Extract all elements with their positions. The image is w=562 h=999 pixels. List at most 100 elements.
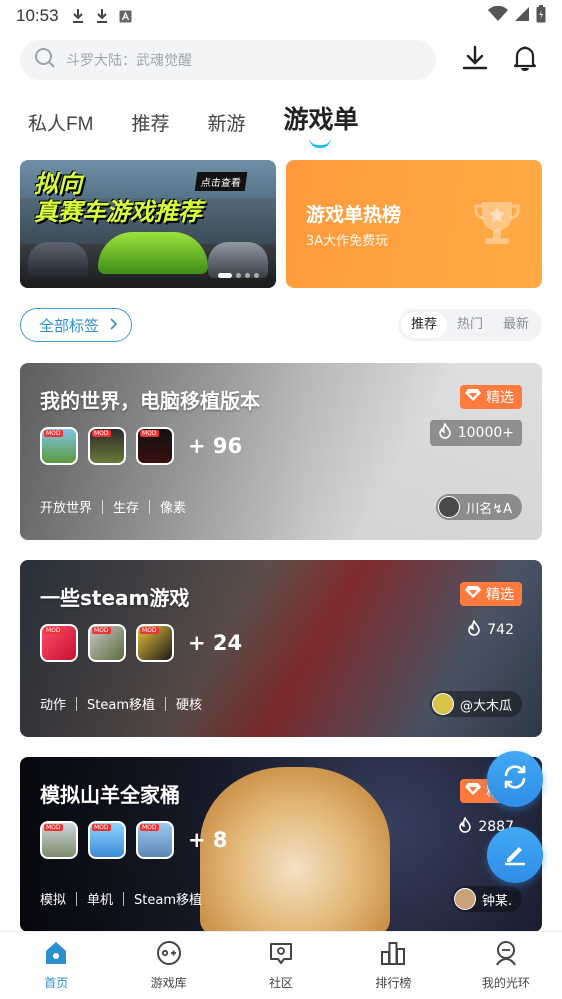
wifi-icon xyxy=(488,5,508,27)
card-tag: 生存 xyxy=(113,501,140,516)
card-tags: 开放世界 生存 像素 xyxy=(40,497,186,516)
card-tag: 开放世界 xyxy=(40,501,93,516)
featured-label: 精选 xyxy=(486,587,514,603)
hot-lists-subtitle: 3A大作免费玩 xyxy=(306,234,389,249)
card-author[interactable]: @大木瓜 xyxy=(429,691,522,717)
card-title: 模拟山羊全家桶 xyxy=(40,783,180,807)
fire-icon xyxy=(458,815,472,837)
search-row: 斗罗大陆：武魂觉醒 xyxy=(20,40,542,80)
nav-community[interactable]: 社区 xyxy=(225,932,337,999)
carousel-dot xyxy=(236,273,241,278)
card-tag: 硬核 xyxy=(176,698,203,713)
sort-option-hot[interactable]: 热门 xyxy=(447,312,493,338)
top-tabs: 私人FM 推荐 新游 游戏单 xyxy=(28,96,396,148)
refresh-icon xyxy=(501,763,529,795)
card-author[interactable]: 钟某. xyxy=(451,886,522,912)
heat-value: 10000+ xyxy=(457,425,514,441)
nav-home[interactable]: 首页 xyxy=(0,932,112,999)
game-icon: MOD xyxy=(136,821,174,859)
filter-row: 全部标签 推荐 热门 最新 xyxy=(20,308,542,342)
nav-home-label: 首页 xyxy=(44,976,69,990)
sort-option-recommend[interactable]: 推荐 xyxy=(400,312,447,338)
search-input[interactable]: 斗罗大陆：武魂觉醒 xyxy=(20,40,436,80)
heat-count: 742 xyxy=(459,617,522,643)
diamond-icon xyxy=(464,585,482,603)
nav-ranking[interactable]: 排行榜 xyxy=(337,932,449,999)
nav-profile[interactable]: 我的光环 xyxy=(450,932,562,999)
home-icon xyxy=(43,940,69,970)
sort-option-latest[interactable]: 最新 xyxy=(493,312,539,338)
card-tag: 动作 xyxy=(40,698,67,713)
racing-games-banner[interactable]: 拟向 真赛车游戏推荐 点击查看 xyxy=(20,160,276,288)
trophy-icon xyxy=(474,198,520,252)
tab-active-indicator xyxy=(309,138,332,148)
carousel-dots xyxy=(218,273,259,278)
author-name: @大木瓜 xyxy=(459,698,512,714)
game-icon: MOD xyxy=(136,624,174,662)
tab-new-games[interactable]: 新游 xyxy=(207,109,245,136)
card-title: 我的世界，电脑移植版本 xyxy=(40,389,260,413)
card-tag: 单机 xyxy=(87,893,114,908)
nav-game-library-label: 游戏库 xyxy=(150,976,187,990)
download-status-icon-2 xyxy=(95,8,109,24)
avatar xyxy=(438,496,461,518)
avatar xyxy=(453,888,476,910)
card-tag: 像素 xyxy=(160,501,187,516)
game-list-card[interactable]: 我的世界，电脑移植版本 MOD MOD MOD + 96 精选 10000+ 开… xyxy=(20,363,542,540)
hot-lists-title: 游戏单热榜 xyxy=(306,204,402,226)
hot-lists-banner[interactable]: 游戏单热榜 3A大作免费玩 xyxy=(286,160,542,288)
banner-headline: 拟向 真赛车游戏推荐 xyxy=(34,170,202,226)
featured-label: 精选 xyxy=(486,390,514,406)
featured-badge: 精选 xyxy=(460,582,522,606)
game-icon: MOD xyxy=(40,624,78,662)
game-list-card[interactable]: 模拟山羊全家桶 MOD MOD MOD + 8 精选 2887 模拟 单机 St… xyxy=(20,757,542,932)
community-icon xyxy=(268,940,294,970)
card-tags: 动作 Steam移植 硬核 xyxy=(40,694,202,713)
all-tags-label: 全部标签 xyxy=(39,316,100,335)
nav-game-library[interactable]: 游戏库 xyxy=(112,932,224,999)
battery-icon xyxy=(536,4,546,28)
fire-icon xyxy=(467,618,481,640)
chevron-right-icon xyxy=(109,316,118,334)
profile-icon xyxy=(493,940,519,970)
signal-icon xyxy=(514,6,530,27)
all-tags-button[interactable]: 全部标签 xyxy=(20,308,133,342)
banner-headline-line2: 真赛车游戏推荐 xyxy=(34,198,202,226)
tab-game-lists[interactable]: 游戏单 xyxy=(283,100,359,148)
game-icon: MOD xyxy=(88,624,126,662)
download-icon[interactable] xyxy=(462,45,488,75)
banner-view-badge: 点击查看 xyxy=(194,172,248,191)
card-more-count: + 24 xyxy=(188,631,243,655)
create-list-button[interactable] xyxy=(487,827,543,883)
game-icon: MOD xyxy=(136,427,174,465)
card-game-icons: MOD MOD MOD + 24 xyxy=(40,624,242,662)
nav-profile-label: 我的光环 xyxy=(481,976,530,990)
banner-row: 拟向 真赛车游戏推荐 点击查看 游戏单热榜 3A大作免费玩 xyxy=(20,160,542,288)
game-list-card[interactable]: 一些steam游戏 MOD MOD MOD + 24 精选 742 动作 Ste… xyxy=(20,560,542,737)
carousel-dot-active xyxy=(218,273,232,278)
featured-badge: 精选 xyxy=(460,385,522,409)
heat-count: 10000+ xyxy=(429,420,522,446)
tab-private-fm[interactable]: 私人FM xyxy=(28,109,93,136)
card-author[interactable]: 川名↯A xyxy=(436,494,522,520)
card-game-icons: MOD MOD MOD + 96 xyxy=(40,427,242,465)
banner-car-green xyxy=(98,232,208,274)
tab-game-lists-label: 游戏单 xyxy=(283,106,359,134)
game-icon: MOD xyxy=(88,427,126,465)
diamond-icon xyxy=(464,782,482,800)
card-more-count: + 8 xyxy=(188,828,228,852)
author-name: 川名↯A xyxy=(466,501,512,517)
nav-community-label: 社区 xyxy=(269,976,294,990)
card-tag: Steam移植 xyxy=(134,893,203,908)
gamepad-icon xyxy=(155,940,183,970)
search-placeholder: 斗罗大陆：武魂觉醒 xyxy=(66,53,192,69)
heat-value: 742 xyxy=(487,622,514,638)
ranking-icon xyxy=(380,940,406,970)
refresh-button[interactable] xyxy=(487,751,543,807)
banner-car-left xyxy=(28,242,88,278)
bell-icon[interactable] xyxy=(512,45,538,75)
game-icon: MOD xyxy=(40,427,78,465)
card-tag: Steam移植 xyxy=(87,698,155,713)
tab-recommend[interactable]: 推荐 xyxy=(131,109,169,136)
diamond-icon xyxy=(464,388,482,406)
